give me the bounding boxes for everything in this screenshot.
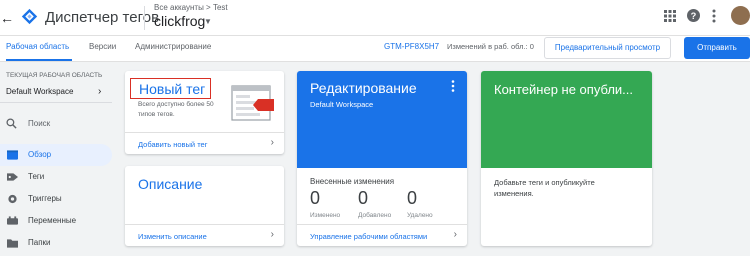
variables-icon [7, 216, 18, 225]
edit-description-link[interactable]: Изменить описание › [125, 224, 284, 246]
svg-text:?: ? [691, 11, 697, 21]
sidebar-item-label: Обзор [28, 150, 52, 159]
sidebar-item-variables[interactable]: Переменные [0, 210, 112, 232]
top-app-bar: ← Диспетчер тегов Все аккаунты > Test cl… [0, 0, 750, 36]
add-new-tag-link[interactable]: Добавить новый тег › [125, 132, 284, 154]
container-selector[interactable]: clickfrog [154, 13, 205, 29]
app-title: Диспетчер тегов [45, 9, 160, 26]
preview-button[interactable]: Предварительный просмотр [544, 37, 671, 59]
sidebar-search[interactable]: Поиск [0, 114, 118, 134]
avatar[interactable] [731, 6, 750, 25]
more-vert-icon[interactable] [451, 80, 455, 92]
trigger-icon [8, 194, 17, 204]
stat-added-value: 0 [358, 188, 369, 208]
search-label: Поиск [28, 119, 51, 128]
chevron-right-icon: › [98, 86, 102, 97]
unpublished-title: Контейнер не опубли... [494, 82, 634, 97]
help-icon[interactable]: ? [687, 9, 700, 22]
back-arrow-icon[interactable]: ← [0, 9, 14, 27]
workspace-nav-bar: Рабочая область Версии Администрирование… [0, 36, 750, 62]
more-vert-icon[interactable] [712, 9, 716, 23]
new-tag-card: Новый тег Всего доступно более 50 типов … [125, 71, 284, 154]
workspace-heading: ТЕКУЩАЯ РАБОЧАЯ ОБЛАСТЬ [6, 72, 103, 79]
apps-grid-icon[interactable] [664, 10, 676, 22]
editing-card: Редактирование Default Workspace Внесенн… [297, 71, 467, 246]
tab-admin[interactable]: Администрирование [135, 42, 211, 51]
workspace-name: Default Workspace [6, 87, 74, 96]
sidebar-item-label: Триггеры [28, 194, 62, 203]
stat-added-label: Добавлено [358, 212, 392, 219]
account-breadcrumb[interactable]: Все аккаунты > Test [154, 3, 228, 12]
sidebar-item-label: Переменные [28, 216, 77, 225]
tag-icon [7, 173, 18, 181]
editing-workspace: Default Workspace [310, 100, 374, 109]
description-card: Описание Изменить описание › [125, 166, 284, 246]
stat-deleted-label: Удалено [407, 212, 433, 219]
tag-illustration-icon [231, 85, 274, 121]
sidebar-item-triggers[interactable]: Триггеры [0, 188, 112, 210]
stat-modified-value: 0 [310, 188, 321, 208]
tab-workspace[interactable]: Рабочая область [6, 42, 69, 51]
changes-heading: Внесенные изменения [310, 177, 395, 186]
tab-versions[interactable]: Версии [89, 42, 116, 51]
overview-icon [7, 150, 18, 160]
sidebar-item-tags[interactable]: Теги [0, 166, 112, 188]
sidebar: ТЕКУЩАЯ РАБОЧАЯ ОБЛАСТЬ Default Workspac… [0, 62, 118, 256]
sidebar-item-label: Папки [28, 238, 51, 247]
header-divider [144, 6, 145, 30]
sidebar-item-label: Теги [28, 172, 45, 181]
manage-workspaces-link[interactable]: Управление рабочими областями › [297, 224, 467, 246]
active-tab-indicator [6, 59, 72, 61]
submit-button[interactable]: Отправить [684, 37, 750, 59]
stat-modified-label: Изменено [310, 212, 341, 219]
stat-deleted-value: 0 [407, 188, 418, 208]
manage-workspaces-label: Управление рабочими областями [310, 232, 428, 241]
unpublished-description: Добавьте теги и опубликуйте изменения. [494, 178, 595, 198]
edit-description-label: Изменить описание [138, 232, 207, 241]
chevron-down-icon[interactable]: ▼ [204, 17, 212, 26]
chevron-right-icon: › [270, 137, 274, 148]
sidebar-item-overview[interactable]: Обзор [0, 144, 112, 166]
container-id[interactable]: GTM-PF8X5H7 [384, 42, 439, 51]
gtm-logo-icon [21, 8, 38, 25]
description-title[interactable]: Описание [138, 176, 202, 192]
folder-icon [7, 239, 18, 248]
editing-title: Редактирование [310, 80, 417, 96]
chevron-right-icon: › [453, 229, 457, 240]
unpublished-card: Контейнер не опубли... Добавьте теги и о… [481, 71, 652, 246]
add-new-tag-label: Добавить новый тег [138, 140, 208, 149]
sidebar-item-folders[interactable]: Папки [0, 232, 112, 254]
search-icon [6, 118, 17, 129]
workspace-selector[interactable]: Default Workspace › [0, 81, 112, 103]
new-tag-title[interactable]: Новый тег [130, 78, 212, 99]
workspace-changes-count: Изменений в раб. обл.: 0 [447, 42, 534, 51]
new-tag-description: Всего доступно более 50 типов тегов. [138, 101, 214, 118]
chevron-right-icon: › [270, 229, 274, 240]
